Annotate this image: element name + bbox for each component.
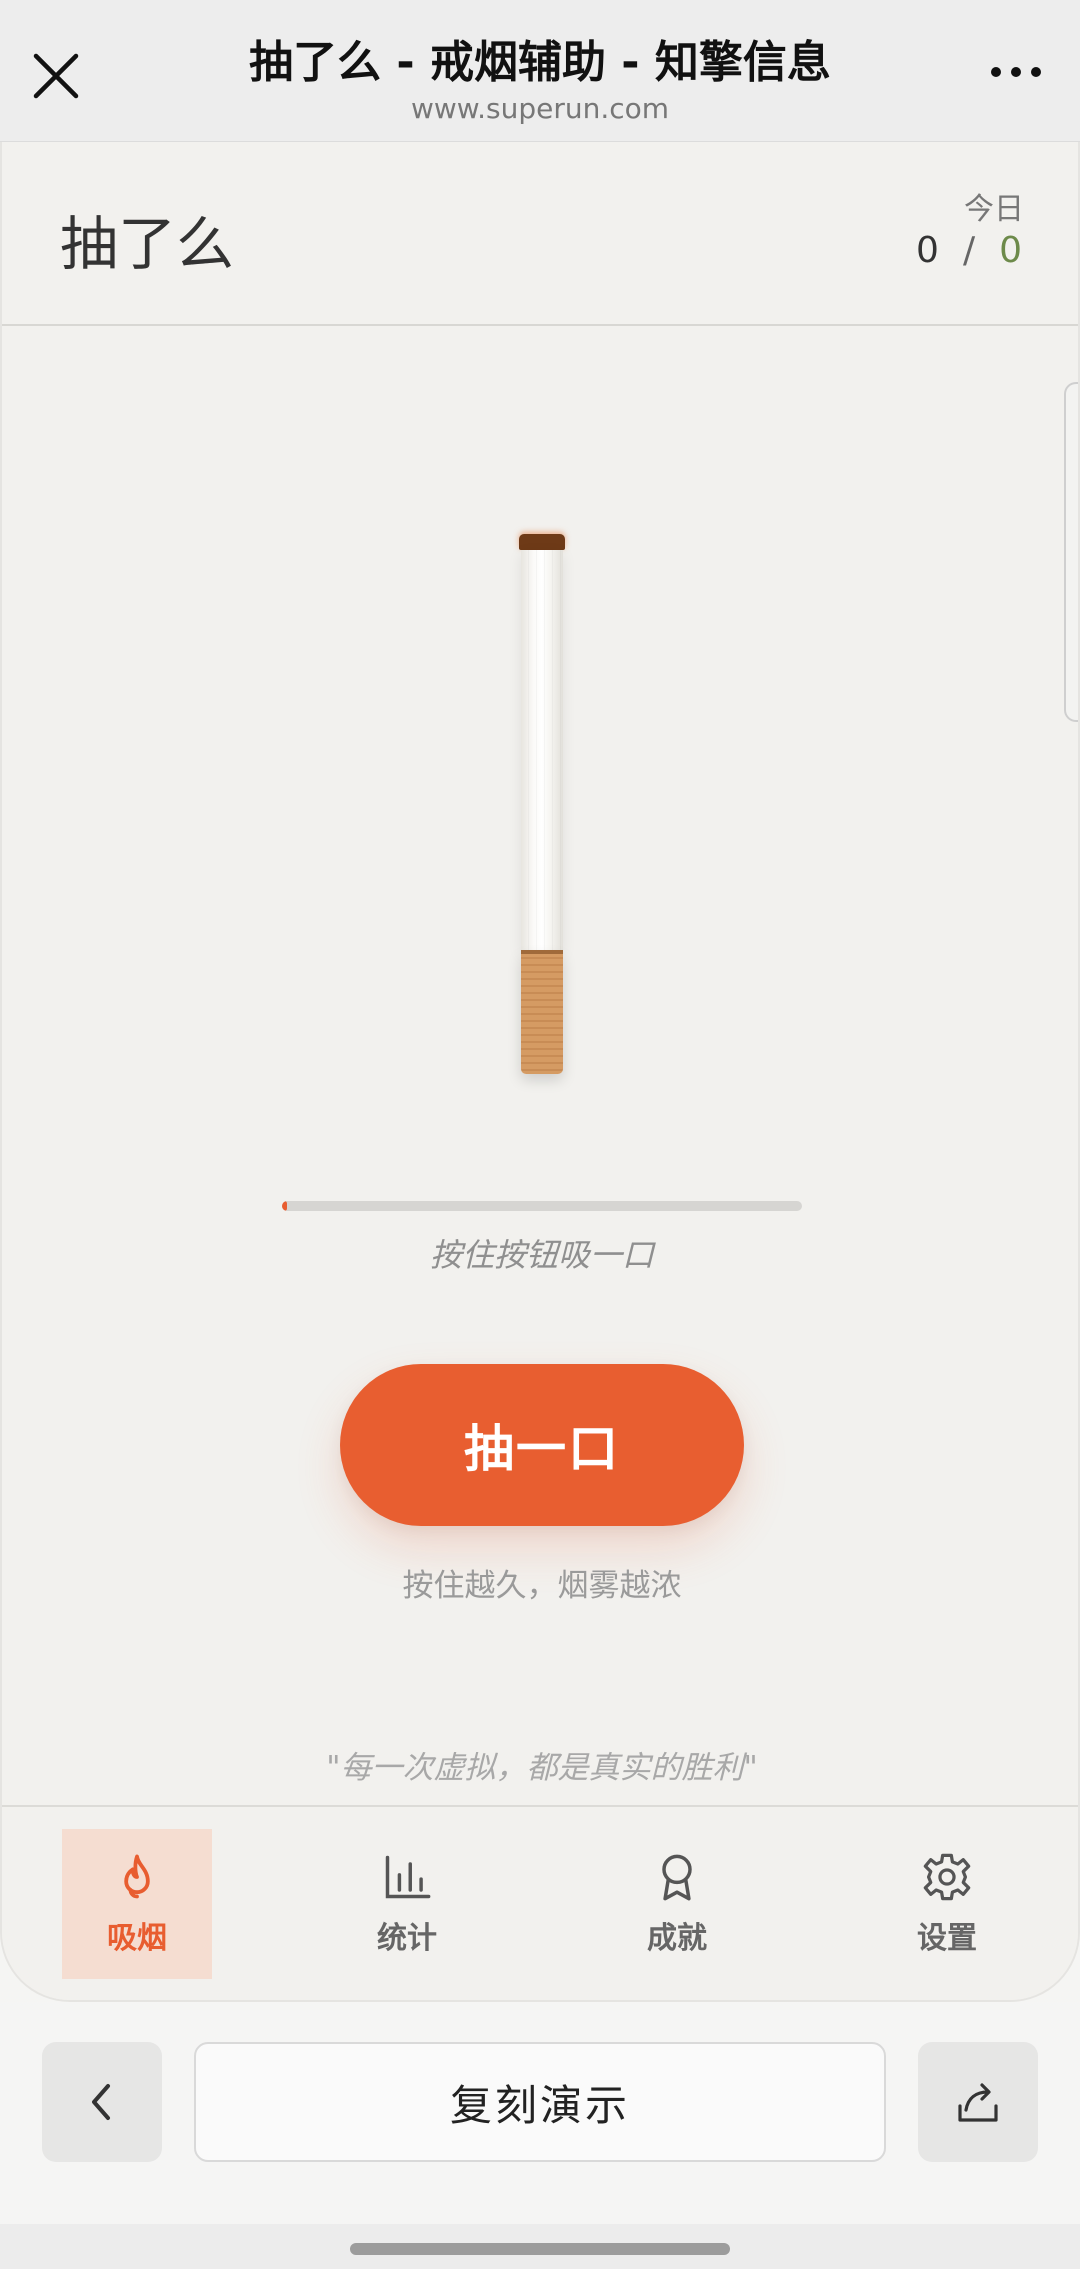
motivational-quote: "每一次虚拟，都是真实的胜利" — [326, 1750, 758, 1786]
today-label: 今日 — [964, 192, 1024, 227]
today-smoked: 0 — [916, 230, 941, 271]
back-button[interactable] — [42, 2042, 162, 2162]
page-url: www.superun.com — [410, 92, 670, 125]
app-title: 抽了么 — [60, 210, 235, 278]
app-container: 抽了么 今日 0 / 0 按住按钮吸一口 抽一口 按住越久，烟雾越浓 "每一次虚拟，… — [0, 142, 1080, 2002]
host-bottom-bar: 复刻演示 — [0, 2002, 1080, 2224]
nav-label: 成就 — [647, 1921, 707, 1956]
puff-progress-bar — [282, 1201, 802, 1211]
award-icon — [662, 1854, 692, 1901]
nav-item-achievements[interactable]: 成就 — [602, 1829, 752, 1979]
hold-hint: 按住越久，烟雾越浓 — [402, 1568, 682, 1604]
nav-label: 统计 — [377, 1921, 437, 1956]
nav-item-smoke[interactable]: 吸烟 — [62, 1829, 212, 1979]
today-count: 0 / 0 — [916, 230, 1024, 271]
more-icon[interactable] — [988, 60, 1044, 84]
chevron-left-icon — [92, 2084, 110, 2120]
cigarette-ember — [519, 534, 565, 550]
replica-demo-button[interactable]: 复刻演示 — [194, 2042, 886, 2162]
browser-top-bar: 抽了么 - 戒烟辅助 - 知擎信息 www.superun.com — [0, 0, 1080, 142]
progress-hint: 按住按钮吸一口 — [429, 1236, 654, 1274]
nav-label: 吸烟 — [107, 1921, 167, 1956]
home-indicator[interactable] — [350, 2243, 730, 2255]
bottom-nav: 吸烟 统计 成就 设置 — [2, 1805, 1078, 2000]
nav-label: 设置 — [917, 1921, 977, 1956]
gear-icon — [923, 1853, 971, 1901]
bar-chart-icon — [385, 1855, 431, 1899]
share-button[interactable] — [918, 2042, 1038, 2162]
page-title: 抽了么 - 戒烟辅助 - 知擎信息 — [249, 37, 831, 88]
nav-item-stats[interactable]: 统计 — [332, 1829, 482, 1979]
count-separator: / — [962, 230, 978, 271]
scroll-handle[interactable] — [1064, 382, 1078, 722]
puff-button[interactable]: 抽一口 — [340, 1364, 744, 1526]
close-icon[interactable] — [30, 50, 82, 102]
cigarette-filter — [521, 950, 563, 1074]
share-icon — [958, 2083, 998, 2122]
nav-item-settings[interactable]: 设置 — [872, 1829, 1022, 1979]
flame-icon — [124, 1854, 150, 1899]
cigarette-paper — [521, 550, 563, 952]
today-limit: 0 — [999, 230, 1024, 271]
puff-progress-fill — [282, 1201, 288, 1211]
cigarette-graphic — [519, 534, 565, 1074]
app-header: 抽了么 今日 0 / 0 — [2, 142, 1078, 326]
